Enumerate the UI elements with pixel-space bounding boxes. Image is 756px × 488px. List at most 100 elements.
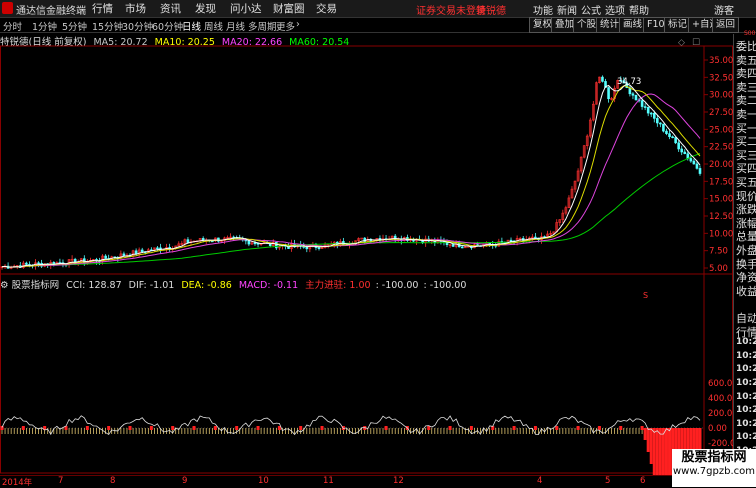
quote-panel-item: 10:20 xyxy=(736,418,756,429)
menu-jiaoyi[interactable]: 交易 xyxy=(316,1,337,16)
period-multi[interactable]: 多周期 xyxy=(248,19,277,33)
main-force-bar xyxy=(107,426,111,430)
price-tick: 27.50 xyxy=(709,108,733,118)
period-monthly[interactable]: 月线 xyxy=(226,19,245,33)
candle-body xyxy=(140,249,144,252)
candle-body xyxy=(186,239,190,244)
main-force-bar xyxy=(427,426,431,430)
candle-body xyxy=(689,158,693,162)
candle-body xyxy=(122,253,126,256)
more-chevron-icon[interactable]: › xyxy=(296,19,300,30)
menu-caifuquan[interactable]: 财富圈 xyxy=(273,1,305,16)
candle-body xyxy=(683,151,687,154)
price-tick: 35.00 xyxy=(709,56,733,66)
main-force-bar xyxy=(213,426,217,430)
main-force-bar xyxy=(652,428,656,475)
app-title: 通达信金融终端 xyxy=(16,6,86,17)
price-tick: 12.50 xyxy=(709,212,733,222)
menu-zixun[interactable]: 资讯 xyxy=(160,1,181,16)
candle-body xyxy=(643,106,647,108)
menu-bangzhu[interactable]: 帮助 xyxy=(629,2,649,17)
candle-body xyxy=(460,246,464,249)
menu-xuanxiang[interactable]: 选项 xyxy=(605,2,625,17)
candle-body xyxy=(156,247,159,250)
menu-bar: 通达信金融终端 行情 市场 资讯 发现 问小达 财富圈 交易 证券交易未登录 特… xyxy=(0,0,756,18)
period-15min[interactable]: 15分钟 xyxy=(92,19,123,33)
macd-bars xyxy=(0,426,702,475)
indicator-tick: 400.0 xyxy=(708,394,732,404)
menu-faxian[interactable]: 发现 xyxy=(195,1,216,16)
candle-body xyxy=(509,239,513,242)
stock-name-top: 特锐德 xyxy=(476,6,506,17)
menu-gongneng[interactable]: 功能 xyxy=(533,2,553,17)
ma10-line xyxy=(1,85,701,268)
candle-body xyxy=(668,133,671,138)
main-force-bar xyxy=(469,426,473,430)
quote-panel-item: 10:20 xyxy=(736,405,756,416)
candle-body xyxy=(275,241,278,249)
guest-label[interactable]: 游客 xyxy=(714,2,734,17)
main-force-bar xyxy=(597,426,601,430)
menu-wenxiaoda[interactable]: 问小达 xyxy=(230,1,262,16)
watermark-title: 股票指标网 xyxy=(681,450,747,465)
main-force-bar xyxy=(655,428,659,475)
main-force-bar xyxy=(658,428,662,475)
candle-body xyxy=(253,242,257,245)
candle-body xyxy=(631,93,635,96)
main-force-bar xyxy=(448,426,452,430)
main-force-bar xyxy=(661,428,665,475)
date-axis: 2014年 7 8 9 10 11 12 4 5 6 xyxy=(0,475,733,488)
cci-line xyxy=(1,415,701,436)
period-5min[interactable]: 5分钟 xyxy=(62,19,87,33)
main-force-bar xyxy=(85,426,89,430)
ma5-line xyxy=(1,83,701,268)
price-tick: 15.00 xyxy=(709,195,733,205)
main-force-bar xyxy=(320,426,324,430)
date-label: 10 xyxy=(258,476,269,486)
candle-body xyxy=(680,148,684,153)
main-force-bar xyxy=(128,426,132,430)
quote-panel-item: 10:20 xyxy=(736,432,756,443)
price-tick: 17.50 xyxy=(709,177,733,187)
quote-panel-item: 10:20 xyxy=(736,391,756,402)
candle-body xyxy=(534,236,537,239)
main-force-bar xyxy=(646,428,650,452)
period-1min[interactable]: 1分钟 xyxy=(32,19,57,33)
price-tick: 7.50 xyxy=(709,247,728,257)
price-axis: 35.00 32.50 30.00 27.50 25.00 22.50 20.00 17.50… xyxy=(704,56,733,274)
period-30min[interactable]: 30分钟 xyxy=(122,19,153,33)
chart-options-icon[interactable]: ◇ xyxy=(678,38,685,48)
candle-body xyxy=(640,100,644,107)
candle-body xyxy=(674,137,677,144)
kline-chart[interactable]: 35.00 32.50 30.00 27.50 25.00 22.50 20.00 17.50… xyxy=(0,32,733,475)
menu-xinwen[interactable]: 新闻 xyxy=(557,2,577,17)
menu-hangqing[interactable]: 行情 xyxy=(92,1,113,16)
main-force-bar xyxy=(149,426,153,430)
chart-close-icon[interactable]: ☐ xyxy=(692,38,700,48)
menu-gongshi[interactable]: 公式 xyxy=(581,2,601,17)
tool-biaoji[interactable]: 标记 xyxy=(664,17,692,33)
tool-fanhui[interactable]: 返回 xyxy=(712,17,740,33)
volume-marker: S xyxy=(643,291,648,300)
period-daily[interactable]: 日线 xyxy=(182,19,201,33)
tool-huaxian[interactable]: 画线 xyxy=(619,17,647,33)
date-label: 4 xyxy=(537,476,543,486)
price-tick: 30.00 xyxy=(709,91,733,101)
menu-shichang[interactable]: 市场 xyxy=(125,1,146,16)
watermark-url: www.7gpzb.com xyxy=(673,466,755,477)
quote-panel-item: 10:20 xyxy=(736,350,756,361)
period-weekly[interactable]: 周线 xyxy=(204,19,223,33)
period-more[interactable]: 更多 xyxy=(276,19,295,33)
candle-body xyxy=(607,87,610,100)
main-force-bar xyxy=(512,426,516,430)
period-60min[interactable]: 60分钟 xyxy=(152,19,183,33)
candle-body xyxy=(671,136,674,139)
main-force-bar xyxy=(235,426,239,430)
price-tick: 5.00 xyxy=(709,264,728,274)
period-fenshi[interactable]: 分时 xyxy=(3,19,22,33)
candle-body xyxy=(104,255,107,259)
price-tick: 22.50 xyxy=(709,143,733,153)
app-logo-icon xyxy=(2,2,13,14)
watermark-logo: 股票指标网 www.7gpzb.com xyxy=(672,449,756,487)
candle-body xyxy=(677,142,680,150)
